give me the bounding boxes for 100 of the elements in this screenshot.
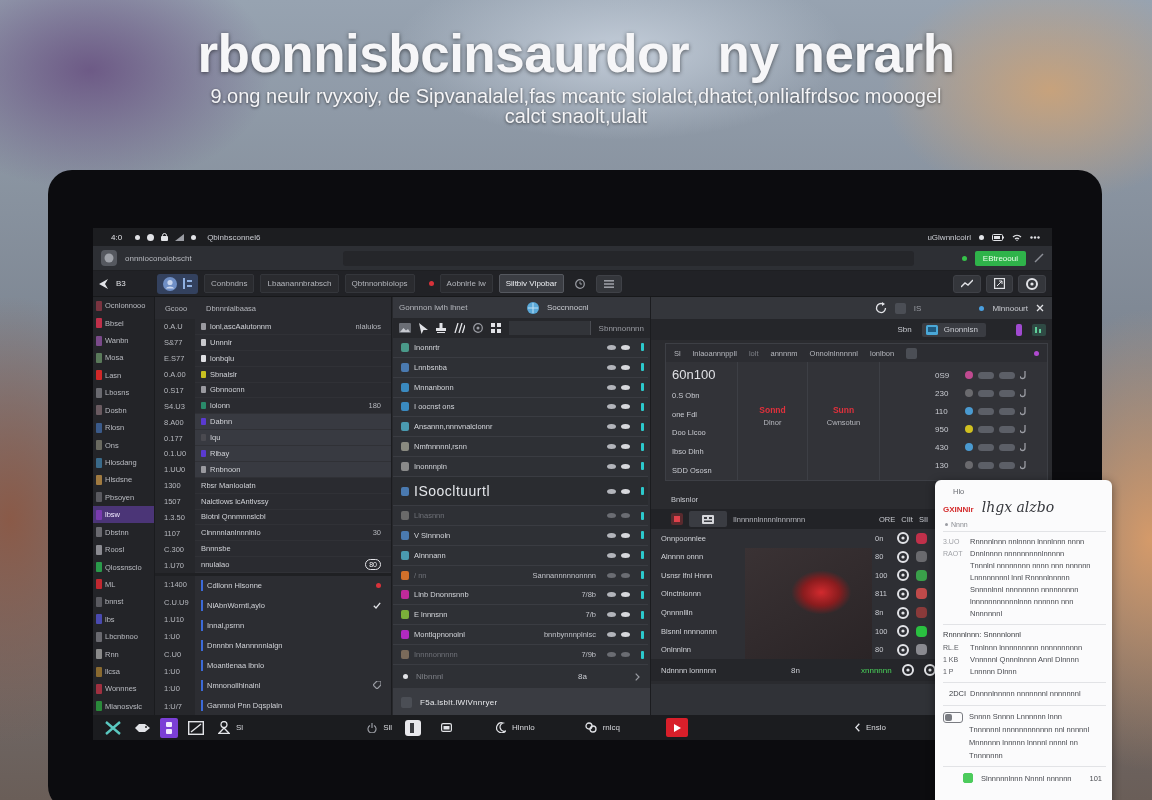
- ring-icon[interactable]: [897, 643, 909, 656]
- gear-icon[interactable]: [1026, 277, 1038, 290]
- taskbar-button[interactable]: Enslo: [851, 717, 890, 738]
- ring-icon[interactable]: [923, 664, 936, 676]
- fish-icon: [135, 722, 150, 733]
- marker-icon: [641, 442, 644, 451]
- subtitle: 9.ong neulr rvyxoiy, de Sipvanalalel,fas mcantc siolalct,dhatct,onlialfrdsoc mooogel calct snaolt,ulalt: [209, 86, 943, 126]
- level-reading: 110: [935, 405, 949, 418]
- taskbar-button[interactable]: [666, 718, 689, 737]
- tab[interactable]: Qbtnnonbiolops: [344, 274, 415, 293]
- stop-icon[interactable]: [671, 513, 683, 525]
- more-icon: [1030, 235, 1040, 239]
- back-arrow-icon: [99, 278, 108, 289]
- accent-bar: [201, 679, 203, 691]
- chart-icon[interactable]: [961, 279, 973, 288]
- marker-icon: [641, 363, 644, 372]
- back-button[interactable]: B3: [99, 278, 151, 289]
- ring-icon[interactable]: [897, 569, 909, 582]
- stamp-icon[interactable]: [436, 323, 446, 333]
- row-value: 8n: [791, 665, 801, 675]
- dot-icon: [979, 234, 984, 240]
- ring-icon[interactable]: [901, 664, 914, 676]
- person-icon: [218, 721, 230, 734]
- marker-icon: [641, 590, 644, 599]
- view-button[interactable]: [689, 511, 727, 527]
- headline: rbonnisbcinsaurdor ny nerarh: [197, 26, 955, 82]
- marker-icon: [641, 383, 644, 392]
- accent-bar: [201, 659, 203, 671]
- grid-icon[interactable]: [491, 323, 501, 333]
- menu-icon[interactable]: [603, 279, 614, 288]
- tab[interactable]: Conbndns: [204, 274, 255, 293]
- marker-icon: [641, 630, 644, 639]
- ring-icon[interactable]: [897, 550, 909, 563]
- marker-icon: [641, 650, 644, 659]
- refresh-icon[interactable]: [874, 302, 887, 314]
- signal-icon: [175, 233, 185, 241]
- tab[interactable]: Aobnlrle lw: [439, 274, 493, 293]
- taskbar-button[interactable]: Sl: [214, 717, 248, 738]
- film-icon[interactable]: [702, 514, 714, 524]
- channel-button[interactable]: Gnonnlsn: [921, 322, 986, 337]
- clock-icon[interactable]: [574, 278, 585, 289]
- pill-icon: [978, 461, 994, 469]
- status-dot-icon: [1034, 350, 1039, 356]
- menu-button[interactable]: [595, 274, 622, 293]
- level-reading: 230: [935, 387, 950, 400]
- bar-tile-icon: [405, 719, 421, 736]
- expand-button[interactable]: [986, 274, 1013, 293]
- header-label: IS: [913, 303, 922, 313]
- pill-icon: [999, 461, 1015, 469]
- level-reading: 950: [935, 423, 950, 436]
- ring-icon[interactable]: [897, 606, 909, 619]
- meter-icon: [1032, 323, 1046, 336]
- taskbar-button[interactable]: Hlnnlo: [492, 717, 539, 738]
- tab[interactable]: Siltbiv Vlpobar: [498, 274, 564, 293]
- summary-value: 8a: [578, 672, 587, 681]
- toggle-switch[interactable]: [943, 712, 963, 723]
- marker-icon: [641, 571, 644, 580]
- two-squares-icon: [166, 721, 172, 734]
- window-icon: [441, 723, 452, 732]
- marker-icon: [641, 422, 644, 431]
- target-icon[interactable]: [473, 323, 483, 333]
- wifi-icon: [1012, 233, 1022, 241]
- ring-icon[interactable]: [897, 625, 909, 638]
- cell-value: Sonnd: [759, 405, 786, 415]
- clock: 4:0: [111, 232, 123, 242]
- input-field[interactable]: [509, 321, 591, 335]
- settings-button[interactable]: [1018, 274, 1046, 293]
- checkbox[interactable]: [963, 773, 973, 783]
- pencil-icon[interactable]: [1034, 253, 1044, 263]
- ring-icon[interactable]: [897, 532, 909, 545]
- level-reading: 130: [935, 459, 950, 472]
- tab[interactable]: Lbaanannbrabsch: [260, 274, 339, 293]
- two-rings-icon: [584, 722, 597, 733]
- pill-icon: [978, 371, 994, 379]
- image-icon[interactable]: [399, 323, 411, 333]
- taskbar-button[interactable]: rnlcq: [580, 717, 625, 738]
- sub-label: Sbn: [897, 325, 912, 334]
- channel-name: Soccnnocnl: [547, 303, 589, 312]
- status-text: uGlwnnlcoirl: [927, 232, 971, 242]
- marker-icon: [641, 343, 644, 352]
- handwritten-title: lhgx alzbo: [981, 499, 1055, 515]
- close-icon[interactable]: [1036, 304, 1044, 312]
- profile-button[interactable]: [157, 273, 198, 294]
- expand-icon[interactable]: [994, 278, 1005, 289]
- cursor-icon[interactable]: [419, 322, 428, 334]
- chart-button[interactable]: [953, 274, 981, 293]
- moon-icon: [496, 722, 506, 733]
- taskbar-button[interactable]: Sll: [363, 717, 396, 738]
- taskbar-button[interactable]: [160, 717, 178, 738]
- marker-icon: [641, 402, 644, 411]
- globe-icon: [527, 301, 539, 314]
- pill-icon: [978, 443, 994, 451]
- ring-icon[interactable]: [897, 588, 909, 600]
- cell-value: Sunn: [832, 405, 855, 415]
- slashes-icon[interactable]: [454, 323, 465, 333]
- window-title: Qbinbsconnel6: [207, 232, 261, 242]
- chevron-icon[interactable]: [635, 672, 640, 681]
- meter-reading: 60n100: [672, 365, 717, 384]
- marker-icon: [641, 610, 644, 619]
- status-dot-icon: [961, 255, 967, 261]
